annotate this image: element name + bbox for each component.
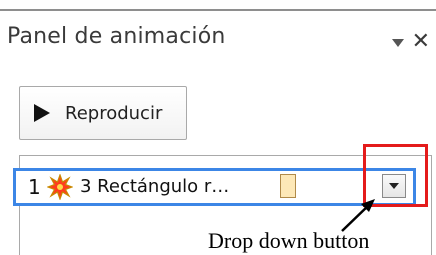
- starburst-effect-icon: [47, 174, 73, 200]
- annotation-label: Drop down button: [208, 228, 370, 253]
- animation-item-label: 3 Rectángulo r…: [80, 176, 230, 197]
- animation-list-item[interactable]: 1 3 Rectángulo r…: [13, 168, 416, 206]
- animation-pane: Panel de animación ✕ Reproducir 1 3 Rect…: [0, 0, 436, 255]
- title-tools: ✕: [391, 31, 430, 53]
- play-button-label: Reproducir: [65, 102, 163, 124]
- pane-top-edge: [0, 0, 436, 11]
- color-swatch: [280, 174, 296, 198]
- dropdown-button[interactable]: [382, 174, 406, 198]
- play-button[interactable]: Reproducir: [19, 86, 187, 140]
- close-icon[interactable]: ✕: [412, 31, 430, 53]
- pane-options-icon[interactable]: [391, 39, 404, 47]
- pane-title: Panel de animación: [7, 24, 226, 49]
- animation-order-number: 1: [28, 175, 41, 199]
- play-icon: [34, 104, 50, 122]
- chevron-down-icon: [389, 183, 399, 189]
